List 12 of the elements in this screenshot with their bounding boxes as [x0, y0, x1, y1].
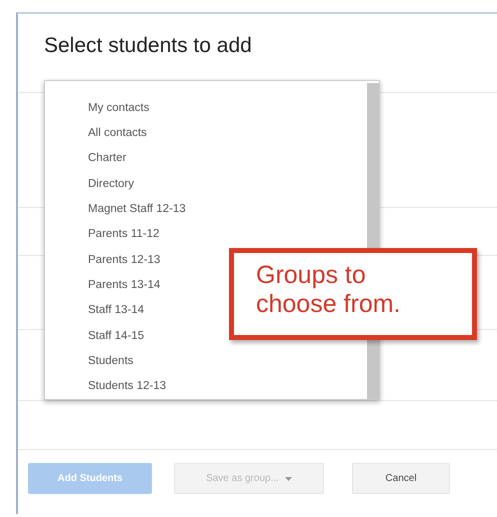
caret-icon [284, 476, 292, 480]
group-item[interactable]: Parents 11-12 [45, 222, 367, 247]
group-item[interactable]: Students 12-13 [45, 374, 367, 399]
group-item[interactable]: Directory [45, 170, 367, 196]
group-item[interactable]: My contacts [45, 95, 367, 120]
group-item[interactable]: Charter [45, 146, 367, 171]
dialog-title: Select students to add [43, 33, 253, 59]
group-item[interactable]: Students [45, 348, 367, 374]
cancel-button[interactable]: Cancel [352, 463, 450, 494]
group-item[interactable]: All contacts [45, 120, 367, 146]
group-item[interactable]: Magnet Staff 12-13 [45, 196, 367, 222]
callout-text: Groups to choose from. [256, 261, 402, 319]
